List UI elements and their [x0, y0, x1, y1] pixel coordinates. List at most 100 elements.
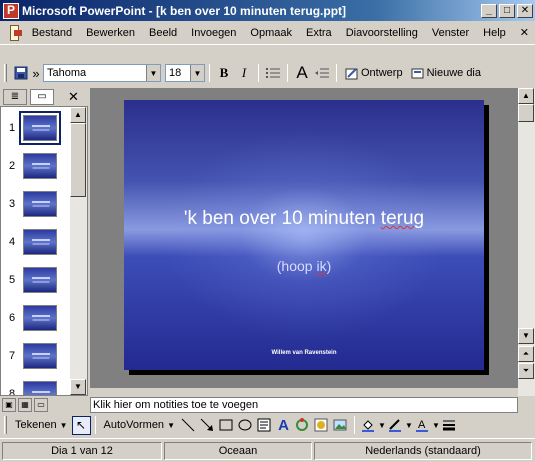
close-button[interactable]: ✕	[517, 3, 533, 18]
slide-thumbnail[interactable]	[23, 191, 57, 217]
maximize-button[interactable]: □	[499, 3, 515, 18]
minimize-button[interactable]: _	[481, 3, 497, 18]
increase-font-size-icon[interactable]: A	[292, 63, 312, 83]
menu-help[interactable]: Help	[476, 27, 513, 39]
line-color-icon[interactable]	[386, 416, 405, 435]
wordart-icon[interactable]: A	[274, 416, 293, 435]
tab-slides[interactable]: ▭	[30, 89, 54, 105]
slide-thumbnail-row[interactable]: 1	[1, 109, 71, 147]
line-style-icon[interactable]	[440, 416, 459, 435]
menu-venster[interactable]: Venster	[425, 27, 476, 39]
slide-thumbnail[interactable]	[23, 343, 57, 369]
slide-thumbnail[interactable]	[23, 267, 57, 293]
document-icon[interactable]	[10, 24, 22, 41]
slide-thumbnail[interactable]	[19, 111, 61, 145]
pane-close-icon[interactable]: ✕	[68, 89, 79, 105]
chevron-down-icon[interactable]: ▼	[405, 416, 413, 435]
autoshapes-menu-button[interactable]: AutoVormen ▼	[100, 419, 179, 431]
save-icon[interactable]	[11, 63, 31, 83]
oval-tool-icon[interactable]	[236, 416, 255, 435]
slide-number: 6	[9, 312, 16, 324]
slide-subtitle-suffix: )	[326, 258, 332, 274]
clipart-icon[interactable]	[312, 416, 331, 435]
menu-extra[interactable]: Extra	[299, 27, 339, 39]
slide-sorter-view-icon[interactable]: ▦	[18, 398, 32, 412]
slide-thumbnail-row[interactable]: 6	[1, 299, 71, 337]
status-language: Nederlands (standaard)	[314, 441, 532, 460]
slide-subtitle-spellcheck-word: ik	[316, 258, 327, 274]
slide-thumbnail-row[interactable]: 8	[1, 375, 71, 396]
slideshow-view-icon[interactable]: ▭	[34, 398, 48, 412]
slide-number: 7	[9, 350, 16, 362]
slide-subtitle[interactable]: (hoop ik)	[124, 258, 484, 274]
scroll-up-icon[interactable]: ▲	[70, 107, 86, 123]
slide-author[interactable]: Willem van Ravenstein	[124, 350, 484, 356]
diagram-icon[interactable]	[293, 416, 312, 435]
bold-button[interactable]: B	[214, 63, 234, 83]
new-slide-button[interactable]: Nieuwe dia	[407, 67, 485, 80]
scroll-down-icon[interactable]: ▼	[70, 379, 86, 395]
font-name-value: Tahoma	[47, 67, 87, 79]
new-slide-icon	[411, 68, 424, 78]
slide-thumbnail[interactable]	[23, 229, 57, 255]
menu-diavoorstelling[interactable]: Diavoorstelling	[339, 27, 425, 39]
slide-title[interactable]: 'k ben over 10 minuten terug	[124, 208, 484, 230]
notes-pane[interactable]: Klik hier om notities toe te voegen	[90, 397, 518, 413]
line-tool-icon[interactable]	[179, 416, 198, 435]
slide-thumbnail-row[interactable]: 3	[1, 185, 71, 223]
select-pointer-icon[interactable]: ↖	[71, 415, 91, 435]
previous-slide-icon[interactable]: ⏶	[518, 346, 534, 362]
slide-number: 1	[9, 122, 16, 134]
tab-outline[interactable]: ≣	[3, 89, 27, 105]
next-slide-icon[interactable]: ⏷	[518, 363, 534, 379]
textbox-tool-icon[interactable]	[255, 416, 274, 435]
toolbar-separator	[209, 64, 210, 82]
menu-beeld[interactable]: Beeld	[142, 27, 184, 39]
italic-button[interactable]: I	[234, 63, 254, 83]
slide-thumbnail-row[interactable]: 5	[1, 261, 71, 299]
insert-picture-icon[interactable]	[331, 416, 350, 435]
powerpoint-app-icon[interactable]	[3, 2, 19, 19]
menu-invoegen[interactable]: Invoegen	[184, 27, 243, 39]
slide-title-spellcheck-word: terug	[380, 208, 425, 229]
toolbar-overflow-icon[interactable]: »	[31, 63, 41, 83]
fill-color-icon[interactable]	[359, 416, 378, 435]
slides-pane-scrollbar[interactable]: ▲ ▼	[70, 107, 87, 395]
toolbar-grip[interactable]	[4, 416, 7, 434]
slide-scrollbar[interactable]: ▲ ▼ ⏶ ⏷	[518, 88, 535, 396]
design-button[interactable]: Ontwerp	[341, 67, 407, 80]
font-color-icon[interactable]: A	[413, 416, 432, 435]
slide-thumbnail[interactable]	[23, 381, 57, 395]
bullets-icon[interactable]	[263, 63, 283, 83]
decrease-indent-icon[interactable]	[312, 63, 332, 83]
scroll-thumb[interactable]	[70, 123, 86, 197]
slide-thumbnail-row[interactable]: 7	[1, 337, 71, 375]
close-document-icon[interactable]: ✕	[513, 26, 535, 39]
scroll-thumb[interactable]	[518, 104, 534, 122]
slide-number: 8	[9, 388, 16, 396]
rectangle-tool-icon[interactable]	[217, 416, 236, 435]
menu-bewerken[interactable]: Bewerken	[79, 27, 142, 39]
menu-opmaak[interactable]: Opmaak	[243, 27, 299, 39]
chevron-down-icon[interactable]: ▼	[146, 65, 160, 81]
scroll-up-icon[interactable]: ▲	[518, 88, 534, 104]
draw-menu-button[interactable]: Tekenen ▼	[11, 419, 72, 431]
scroll-down-icon[interactable]: ▼	[518, 328, 534, 344]
font-name-combo[interactable]: Tahoma ▼	[43, 64, 161, 82]
status-slide-position: Dia 1 van 12	[2, 441, 162, 460]
menu-bestand[interactable]: Bestand	[25, 27, 79, 39]
chevron-down-icon[interactable]: ▼	[432, 416, 440, 435]
font-size-combo[interactable]: 18 ▼	[165, 64, 205, 82]
slides-pane: 1 2 3 4 5 6 7 8 ▲ ▼	[0, 106, 88, 396]
slide-thumbnail-row[interactable]: 4	[1, 223, 71, 261]
toolbar-separator	[336, 64, 337, 82]
slide-thumbnail[interactable]	[23, 153, 57, 179]
arrow-tool-icon[interactable]	[198, 416, 217, 435]
toolbar-grip[interactable]	[4, 64, 7, 82]
chevron-down-icon[interactable]: ▼	[378, 416, 386, 435]
chevron-down-icon[interactable]: ▼	[190, 65, 204, 81]
current-slide[interactable]: 'k ben over 10 minuten terug (hoop ik) W…	[124, 100, 484, 370]
slide-thumbnail[interactable]	[23, 305, 57, 331]
slide-thumbnail-row[interactable]: 2	[1, 147, 71, 185]
normal-view-icon[interactable]: ▣	[2, 398, 16, 412]
